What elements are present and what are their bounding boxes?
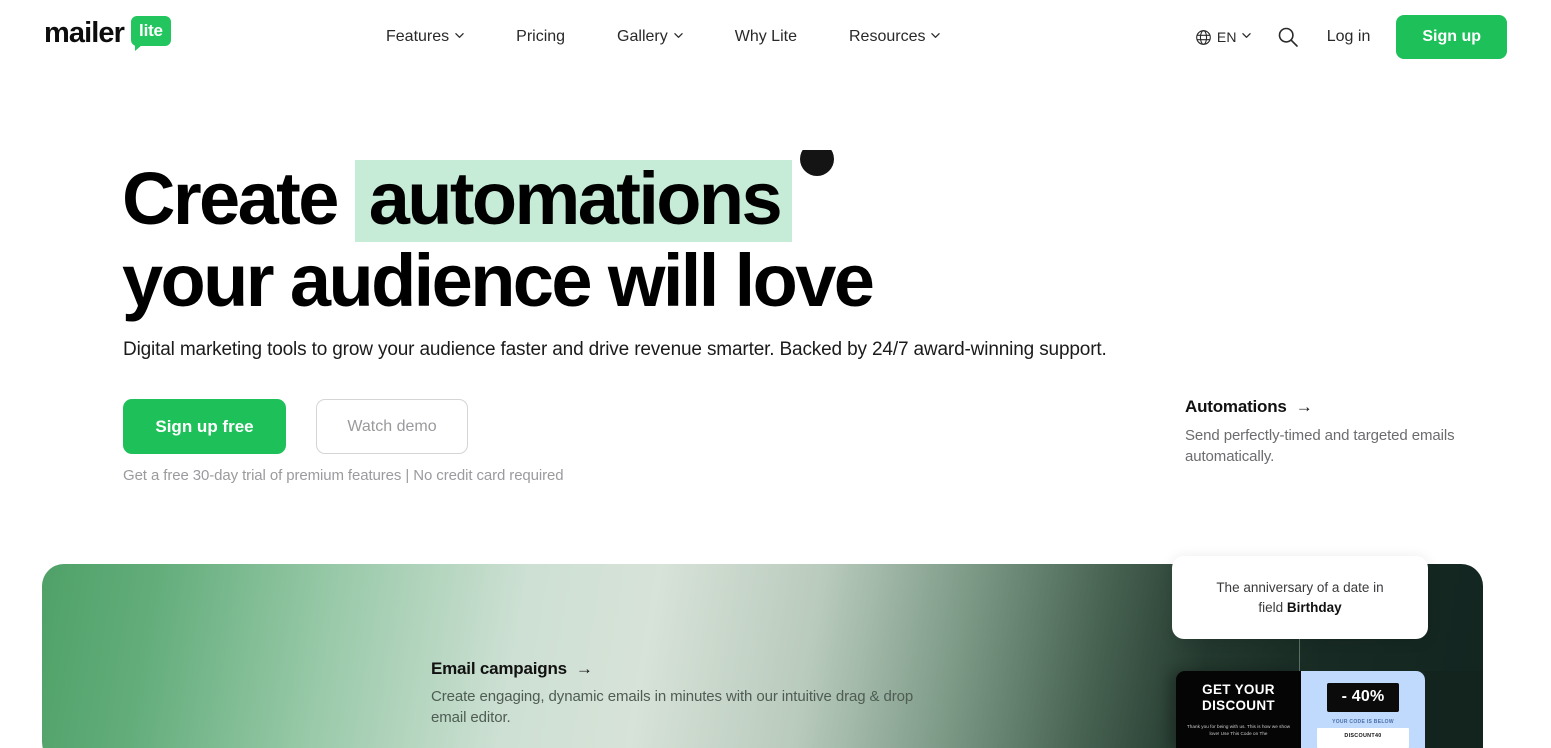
chevron-down-icon [1242, 31, 1251, 40]
nav-label-features: Features [386, 28, 450, 45]
tooltip-text: The anniversary of a date in field Birth… [1216, 578, 1383, 616]
arrow-right-icon: → [575, 659, 593, 678]
email-campaigns-title: Email campaigns [431, 659, 567, 678]
automations-title: Automations [1185, 397, 1287, 416]
preview-dark-headline-line1: GET YOUR [1202, 682, 1275, 697]
nav-item-pricing[interactable]: Pricing [516, 28, 565, 46]
panel-dark-edge [1425, 671, 1483, 748]
orb-mask [760, 74, 900, 150]
language-code: EN [1216, 29, 1237, 45]
nav-item-features[interactable]: Features [386, 28, 464, 46]
headline-line-1: Create automations [122, 157, 1022, 242]
tooltip-line-2-prefix: field [1258, 599, 1287, 615]
feature-automations: Automations → Send perfectly-timed and t… [1185, 397, 1485, 467]
automations-description: Send perfectly-timed and targeted emails… [1185, 427, 1455, 465]
login-link[interactable]: Log in [1327, 28, 1371, 46]
page-root: mailer lite Features Pricing Gallery Why… [0, 0, 1551, 748]
email-preview-blue[interactable]: - 40% YOUR CODE IS BELOW DISCOUNT40 [1301, 671, 1425, 748]
hero-cta-row: Sign up free Watch demo [123, 399, 468, 454]
headline-line-2: your audience will love [122, 239, 875, 322]
logo[interactable]: mailer lite [44, 16, 171, 51]
nav-label-gallery: Gallery [617, 28, 668, 45]
search-icon[interactable] [1277, 26, 1327, 48]
preview-dark-body: Thank you for being with us. This is how… [1186, 723, 1291, 737]
chevron-down-icon [455, 31, 464, 40]
automation-trigger-tooltip: The anniversary of a date in field Birth… [1172, 556, 1428, 639]
hero-subheading: Digital marketing tools to grow your aud… [123, 339, 1107, 360]
language-selector[interactable]: EN [1195, 29, 1251, 46]
automations-link[interactable]: Automations → [1185, 397, 1485, 417]
globe-icon [1195, 29, 1212, 46]
signup-button[interactable]: Sign up [1396, 15, 1507, 59]
preview-blue-note: YOUR CODE IS BELOW [1332, 719, 1394, 725]
feature-email-campaigns: Email campaigns → Create engaging, dynam… [431, 659, 951, 728]
nav-label-resources: Resources [848, 28, 926, 45]
headline-highlight-word: automations [354, 160, 793, 242]
nav-item-gallery[interactable]: Gallery [617, 28, 683, 46]
preview-dark-headline: GET YOUR DISCOUNT [1185, 682, 1292, 714]
logo-lite-badge: lite [131, 16, 171, 51]
email-campaigns-link[interactable]: Email campaigns → [431, 659, 951, 679]
tooltip-field-name: Birthday [1286, 599, 1342, 615]
main-nav: Features Pricing Gallery Why Lite Resour… [386, 0, 941, 74]
watch-demo-button[interactable]: Watch demo [316, 399, 468, 454]
arrow-right-icon: → [1295, 397, 1313, 416]
logo-wordmark: mailer [44, 17, 125, 49]
email-campaigns-description: Create engaging, dynamic emails in minut… [431, 688, 914, 726]
nav-label-pricing: Pricing [516, 28, 566, 45]
tooltip-line-1: The anniversary of a date in [1216, 580, 1384, 596]
nav-item-why-lite[interactable]: Why Lite [735, 28, 797, 46]
signup-free-button[interactable]: Sign up free [123, 399, 286, 454]
nav-item-resources[interactable]: Resources [848, 28, 941, 46]
email-preview-dark[interactable]: GET YOUR DISCOUNT Thank you for being wi… [1176, 671, 1301, 748]
chevron-down-icon [931, 31, 941, 40]
header-actions: EN Log in Sign up [1195, 0, 1507, 74]
site-header: mailer lite Features Pricing Gallery Why… [0, 0, 1551, 74]
tooltip-connector-line [1299, 639, 1300, 671]
discount-code-box: DISCOUNT40 [1317, 728, 1409, 748]
trial-note: Get a free 30-day trial of premium featu… [123, 467, 564, 484]
headline-static-word: Create [122, 157, 339, 240]
chevron-down-icon [674, 31, 683, 40]
page-title: Create automations your audience will lo… [122, 157, 1022, 322]
nav-label-why-lite: Why Lite [734, 28, 797, 45]
discount-badge: - 40% [1326, 683, 1400, 712]
preview-dark-headline-line2: DISCOUNT [1202, 697, 1275, 713]
